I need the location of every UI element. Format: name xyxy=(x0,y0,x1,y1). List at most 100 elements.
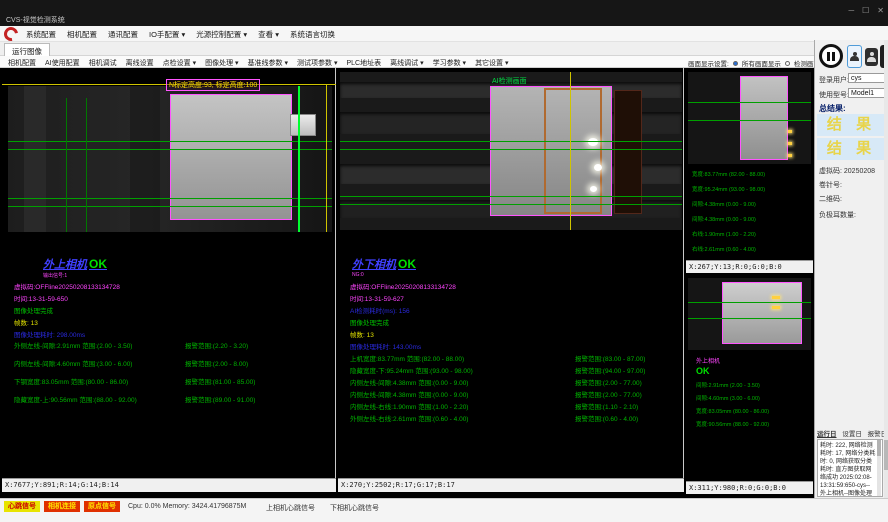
user-icon xyxy=(850,52,859,62)
user-switch-button[interactable] xyxy=(865,48,878,66)
signal-line: 输出信号:1 xyxy=(43,272,67,279)
thumb1-result-lines: 宽度:83.77mm (82.00 - 88.00) 宽度:95.24mm (9… xyxy=(692,168,765,258)
thumb1-pixel-info: X:267;Y:13;R:0;G:0;B:0 xyxy=(686,260,813,273)
left-camera-image[interactable] xyxy=(8,86,332,232)
measurement-value: 隐藏宽度-上:90.56mm 范围:(88.00 - 92.00) xyxy=(14,394,137,404)
measurement-value: 内侧左线-间隙:4.60mm 范围:(3.00 - 6.00) xyxy=(14,358,132,368)
measurement-alarm: 报警范围:(89.00 - 91.00) xyxy=(185,394,255,404)
menu-view[interactable]: 查看 ▾ xyxy=(258,29,279,40)
tool-baseline-params[interactable]: 基准线参数 ▾ xyxy=(248,58,288,68)
edge-line xyxy=(298,86,300,232)
elapsed-line: 图像处理耗时: 143.00ms xyxy=(350,341,421,351)
middle-camera-image[interactable]: AI检测画面 xyxy=(340,72,682,230)
minimize-icon[interactable]: ─ xyxy=(848,6,854,15)
measurement-value: 内侧左线-间隙:4.38mm 范围:(0.00 - 9.00) xyxy=(350,389,468,399)
user-icon xyxy=(867,52,876,62)
left-pixel-info: X:7677;Y:891;R:14;G:14;B:14 xyxy=(2,478,336,492)
origin-signal-badge: 原点信号 xyxy=(84,501,120,512)
bottom-camera-heartbeat: 下相机心跳信号 xyxy=(330,503,379,513)
measurement-alarm: 报警范围:(94.00 - 97.00) xyxy=(575,365,645,375)
thumb2-camera-name: 外上相机 xyxy=(696,356,720,365)
measure-line xyxy=(340,204,682,205)
measure-line xyxy=(8,206,332,207)
measure-line xyxy=(8,141,332,142)
measurement-value: 外侧左线-间隙:2.91mm 范围:(2.00 - 3.50) xyxy=(14,340,132,350)
middle-camera-panel[interactable]: AI检测画面 外下相机OK NG:0 虚拟码:OFFline2025020813… xyxy=(338,68,684,478)
menu-light-config[interactable]: 光源控制配置 ▾ xyxy=(196,29,247,40)
tool-camera-debug[interactable]: 相机调试 xyxy=(89,58,117,68)
signal-line: NG:0 xyxy=(352,272,364,278)
option-all-views[interactable]: 所有画面显示 xyxy=(742,58,781,68)
radio-detect-view[interactable] xyxy=(785,61,790,66)
thumb-panel-bottom[interactable]: 外上相机 OK 间隙:2.91mm (2.00 - 3.50) 间隙:4.60m… xyxy=(686,276,813,480)
measurement-value: 内侧左线-间隙:4.38mm 范围:(0.00 - 9.00) xyxy=(350,377,468,387)
barcode-line: 虚拟码:OFFline20250208133134728 xyxy=(350,281,456,291)
tool-other-settings[interactable]: 其它设置 ▾ xyxy=(475,58,508,68)
measurement-value: 内侧左线-右线:1.90mm 范围:(1.00 - 2.20) xyxy=(350,401,468,411)
total-result-label: 总结果: xyxy=(819,103,846,114)
tool-ai-config[interactable]: AI使用配置 xyxy=(45,58,80,68)
middle-camera-title: 外下相机OK xyxy=(352,256,416,272)
measurement-value: 外侧左线-右线:2.61mm 范围:(0.60 - 4.00) xyxy=(350,413,468,423)
product-region xyxy=(170,94,292,220)
status-bar: 心跳信号 相机连接 原点信号 Cpu: 0.0% Memory: 3424.41… xyxy=(0,498,888,522)
toolbar-items: 相机配置 AI使用配置 相机调试 离线设置 点检设置 ▾ 图像处理 ▾ 基准线参… xyxy=(8,58,509,68)
camera-name: 外上相机 xyxy=(43,259,87,271)
measure-line xyxy=(340,196,682,197)
measure-line-vertical xyxy=(66,98,67,232)
frame-line: 帧数: 13 xyxy=(14,317,38,327)
radio-all-views[interactable] xyxy=(733,61,738,66)
tool-test-params[interactable]: 测试项参数 ▾ xyxy=(297,58,337,68)
thumb2-pixel-info: X:311;Y:980;R:0;G:0;B:0 xyxy=(686,481,813,494)
ai-view-label: AI检测画面 xyxy=(492,76,527,86)
tool-camera-config[interactable]: 相机配置 xyxy=(8,58,36,68)
tool-plc-table[interactable]: PLC地址表 xyxy=(347,58,382,68)
tool-image-process[interactable]: 图像处理 ▾ xyxy=(205,58,238,68)
menu-io-config[interactable]: IO手配置 ▾ xyxy=(149,29,185,40)
measurement-alarm: 报警范围:(2.00 - 77.00) xyxy=(575,389,642,399)
model-field[interactable]: Model1 xyxy=(848,88,886,98)
close-icon[interactable]: ✕ xyxy=(877,6,884,15)
middle-pixel-info: X:270;Y:2502;R:17;G:17;B:17 xyxy=(338,478,684,492)
measure-line xyxy=(340,141,682,142)
measure-line xyxy=(688,102,811,103)
height-overlay-label: N标定高度:93, 标定高度:100 xyxy=(166,79,260,91)
tool-offline-setting[interactable]: 离线设置 xyxy=(126,58,154,68)
thumb2-image[interactable] xyxy=(688,278,811,350)
thumb-panel-top[interactable]: 宽度:83.77mm (82.00 - 88.00) 宽度:95.24mm (9… xyxy=(686,70,813,260)
result-ok: OK xyxy=(398,257,416,271)
tab-row xyxy=(0,42,814,56)
menu-comm-config[interactable]: 通讯配置 xyxy=(108,29,138,40)
connector-part xyxy=(290,114,316,136)
menu-camera-config[interactable]: 相机配置 xyxy=(67,29,97,40)
measurement-value: 隐藏宽度-下:95.24mm 范围:(93.00 - 98.00) xyxy=(350,365,473,375)
status-line: 图像处理完成 xyxy=(350,317,389,327)
menu-system-config[interactable]: 系统配置 xyxy=(26,29,56,40)
pause-button[interactable] xyxy=(819,44,843,68)
thumb1-image[interactable] xyxy=(688,72,811,164)
measurement-alarm: 报警范围:(2.20 - 3.20) xyxy=(185,340,248,350)
barcode-row: 虚拟码: 20250208 xyxy=(819,166,875,176)
maximize-icon[interactable]: ☐ xyxy=(862,6,869,15)
tool-learn-params[interactable]: 学习参数 ▾ xyxy=(433,58,466,68)
login-user-field[interactable]: cys xyxy=(848,73,886,83)
tool-spot-check[interactable]: 点检设置 ▾ xyxy=(163,58,196,68)
product-region xyxy=(722,282,802,344)
left-camera-title: 外上相机OK xyxy=(43,256,107,272)
measurement-alarm: 报警范围:(2.00 - 77.00) xyxy=(575,377,642,387)
sidebar-scrollbar[interactable] xyxy=(884,40,888,498)
tool-offline-debug[interactable]: 离线调试 ▾ xyxy=(390,58,423,68)
user-login-button[interactable] xyxy=(847,45,862,68)
left-camera-panel[interactable]: N标定高度:93, 标定高度:100 外上相机OK 输出信号:1 虚拟码:OFF… xyxy=(2,68,336,478)
measure-line xyxy=(8,198,332,199)
barcode-line: 虚拟码:OFFline20250208133134728 xyxy=(14,281,120,291)
log-text-area[interactable]: 耗时: 222, 网络检测耗时: 17, 网络分类耗时: 0, 网络获取分类耗时… xyxy=(817,439,883,497)
app-window: CVS-视觉检测系统 ─ ☐ ✕ 系统配置 相机配置 通讯配置 IO手配置 ▾ … xyxy=(0,0,888,522)
display-settings-label: 画面显示设置: xyxy=(688,58,729,68)
menu-items: 系统配置 相机配置 通讯配置 IO手配置 ▾ 光源控制配置 ▾ 查看 ▾ 系统语… xyxy=(26,29,335,40)
measure-line xyxy=(8,149,332,150)
log-scrollbar[interactable] xyxy=(877,440,881,496)
menu-language-switch[interactable]: 系统语言切换 xyxy=(290,29,335,40)
window-title: CVS-视觉检测系统 xyxy=(6,15,65,25)
status-line: 图像处理完成 xyxy=(14,305,53,315)
